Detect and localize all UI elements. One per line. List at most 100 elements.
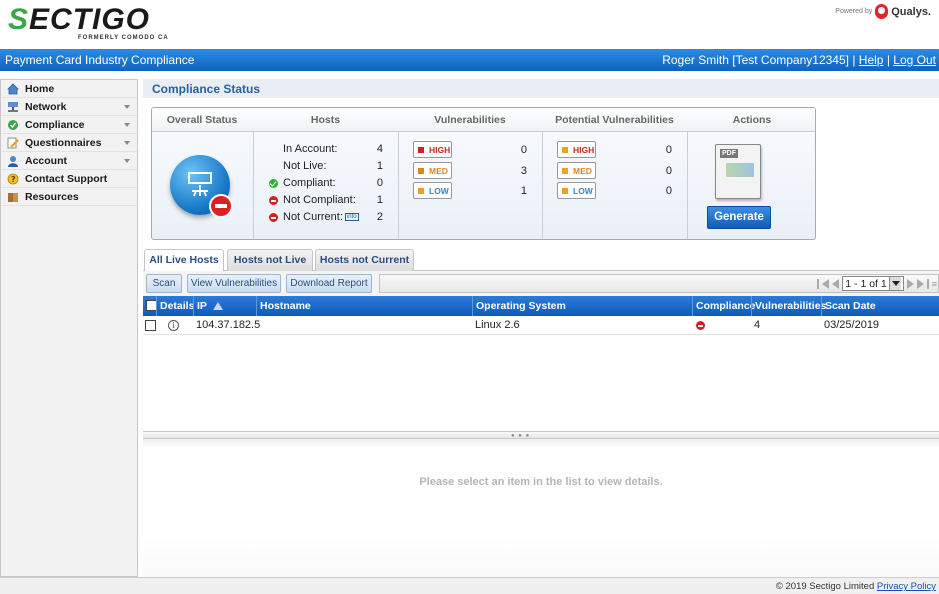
privacy-policy-link[interactable]: Privacy Policy [877,581,936,592]
page-select[interactable]: 1 - 1 of 1 [842,276,904,291]
vuln-low-count: 1 [520,185,527,197]
potential-vulnerabilities-header: Potential Vulnerabilities [555,114,674,126]
sidebar-item-questionnaires[interactable]: Questionnaires [1,134,137,152]
status-panel-header: Overall Status Hosts Vulnerabilities Pot… [152,108,815,132]
sidebar-item-contact-support[interactable]: ? Contact Support [1,170,137,188]
column-ip[interactable]: IP [193,296,256,316]
vuln-high-badge[interactable]: HIGH [413,141,452,158]
hosts-not-current-label: Not Current: [283,211,343,223]
powered-by: Powered by Qualys. [835,4,931,19]
hosts-not-current-row: Not Current: info [283,211,359,223]
logo-subtitle: FORMERLY COMODO CA [78,35,169,41]
network-icon [7,101,19,113]
table-header: Details IP Hostname Operating System Com… [143,296,939,316]
hosts-not-live-value: 1 [376,160,383,172]
column-scan-date[interactable]: Scan Date [821,296,939,316]
sidebar-item-label: Questionnaires [25,136,102,149]
chevron-down-icon [124,105,130,109]
vuln-med-badge[interactable]: MED [413,162,452,179]
hosts-compliant-value: 0 [376,177,383,189]
sidebar-item-network[interactable]: Network [1,98,137,116]
main-content: Compliance Status Overall Status Hosts V… [143,79,939,577]
download-report-button[interactable]: Download Report [286,274,372,293]
details-empty-message: Please select an item in the list to vie… [419,476,663,488]
vulnerabilities-header: Vulnerabilities [434,114,506,126]
overall-status-header: Overall Status [166,114,238,126]
sidebar-item-resources[interactable]: Resources [1,188,137,206]
powered-by-label: Powered by [835,8,873,15]
footer: © 2019 Sectigo Limited Privacy Policy [0,577,939,594]
column-details[interactable]: Details [156,296,194,316]
column-hostname[interactable]: Hostname [256,296,472,316]
divider [253,132,254,239]
pdf-report-icon[interactable]: PDF [715,144,761,199]
sidebar-item-label: Network [25,100,67,113]
potential-low-badge[interactable]: LOW [557,182,596,199]
potential-high-count: 0 [665,144,672,156]
hosts-table: Details IP Hostname Operating System Com… [143,296,939,335]
vuln-low-badge[interactable]: LOW [413,182,452,199]
info-link[interactable]: info [344,213,359,222]
view-vulnerabilities-button[interactable]: View Vulnerabilities [187,274,281,293]
svg-text:?: ? [11,175,16,184]
collapse-icon[interactable]: ≡ [932,279,937,289]
column-vulnerabilities[interactable]: Vulnerabilities [751,296,826,316]
hosts-not-current-value: 2 [376,211,383,223]
last-page-icon[interactable] [926,278,929,289]
last-page-arrow-icon[interactable] [916,278,924,289]
previous-page-icon[interactable] [832,278,840,289]
column-operating-system[interactable]: Operating System [472,296,692,316]
row-checkbox[interactable] [145,320,156,331]
column-compliance[interactable]: Compliance [692,296,756,316]
help-link[interactable]: Help [859,53,884,67]
sidebar-item-label: Account [25,154,67,167]
page-select-value: 1 - 1 of 1 [845,277,887,290]
user-menu: Roger Smith [Test Company12345] | Help |… [662,53,936,67]
potential-high-badge[interactable]: HIGH [557,141,596,158]
info-icon[interactable]: i [168,320,179,331]
account-icon [7,155,19,167]
separator: | [886,53,890,67]
non-compliant-badge-icon [209,194,233,218]
sidebar-item-compliance[interactable]: Compliance [1,116,137,134]
table-row[interactable]: i 104.37.182.5 Linux 2.6 4 03/25/2019 [143,316,939,335]
home-icon [7,82,19,95]
row-ip: 104.37.182.5 [196,319,261,331]
actions-header: Actions [732,114,772,126]
logout-link[interactable]: Log Out [893,53,936,67]
compliance-icon [7,119,19,131]
hosts-not-compliant-value: 1 [376,194,383,206]
sidebar-item-home[interactable]: Home [1,80,137,98]
sidebar: Home Network Compliance Questionnaires A… [0,79,138,577]
minus-circle-icon [269,196,278,205]
sidebar-item-label: Home [25,82,55,95]
hosts-header: Hosts [310,114,341,126]
sidebar-item-label: Contact Support [25,172,108,185]
first-page-icon[interactable] [817,278,820,289]
top-header: SECTIGO FORMERLY COMODO CA Powered by Qu… [0,0,939,49]
scan-button[interactable]: Scan [146,274,182,293]
tab-hosts-not-current[interactable]: Hosts not Current [315,249,414,271]
pane-splitter[interactable]: ● ● ● [143,431,939,439]
minus-circle-icon [269,213,278,222]
potential-med-badge[interactable]: MED [557,162,596,179]
row-details[interactable]: i [165,316,179,335]
host-tabs: All Live Hosts Hosts not Live Hosts not … [143,249,939,272]
tab-hosts-not-live[interactable]: Hosts not Live [227,249,313,271]
sidebar-item-account[interactable]: Account [1,152,137,170]
separator: | [852,53,856,67]
tab-all-live-hosts[interactable]: All Live Hosts [144,249,224,272]
next-page-icon[interactable] [906,278,914,289]
pdf-label: PDF [720,149,738,158]
check-circle-icon [269,179,278,188]
qualys-logo-icon [875,4,889,19]
hosts-not-compliant-label: Not Compliant: [283,194,356,206]
column-ip-label: IP [197,300,207,312]
row-hostname [256,316,259,335]
row-vulnerabilities-value: 4 [754,319,761,331]
chevron-down-icon[interactable] [888,277,901,290]
sidebar-item-label: Compliance [25,118,85,131]
first-page-arrow-icon[interactable] [822,278,830,289]
potential-med-count: 0 [665,165,672,177]
generate-button[interactable]: Generate [707,206,771,229]
